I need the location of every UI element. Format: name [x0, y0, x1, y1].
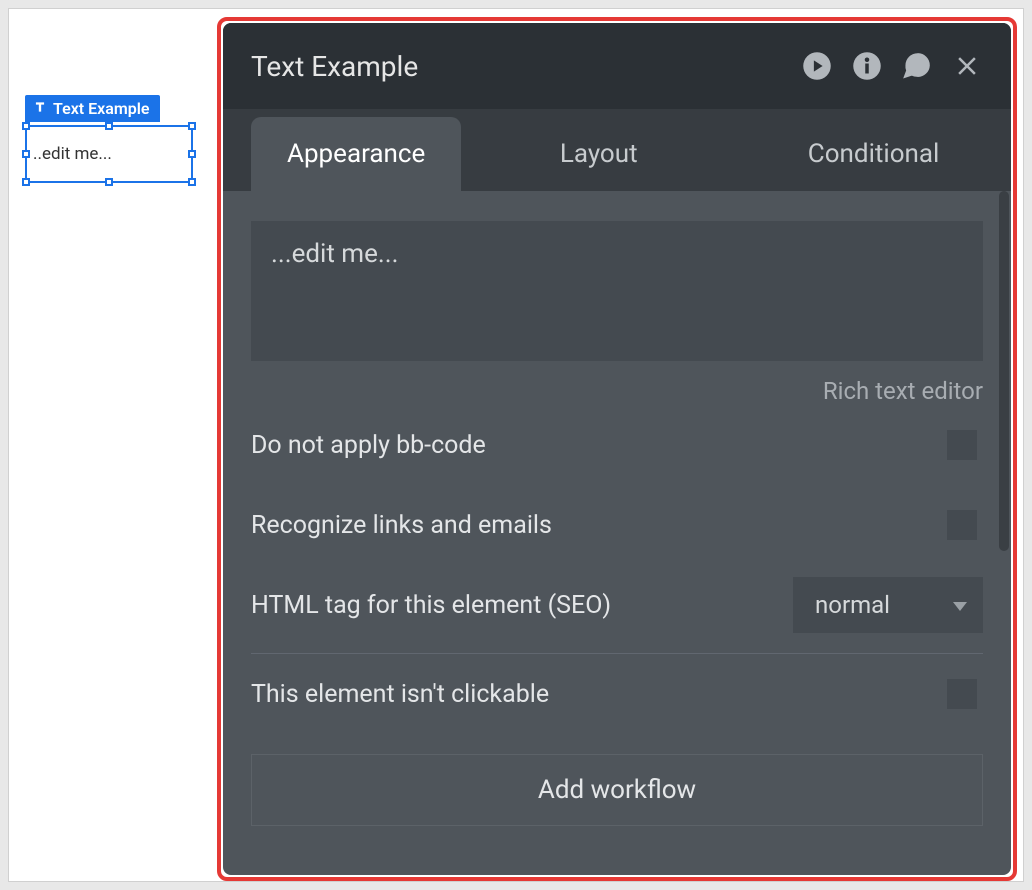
canvas-element-content: ..edit me... [33, 144, 112, 164]
resize-handle-bm[interactable] [105, 178, 113, 186]
text-content-input[interactable] [251, 221, 983, 361]
close-icon[interactable] [951, 50, 983, 82]
panel-title: Text Example [251, 50, 801, 83]
row-not-clickable: This element isn't clickable [251, 654, 983, 734]
element-type-text: Text Example [53, 99, 150, 118]
resize-handle-tl[interactable] [22, 122, 30, 130]
property-panel: Text Example Appearance [223, 23, 1011, 875]
tab-appearance-label: Appearance [287, 139, 425, 169]
seo-tag-select[interactable]: normal [793, 577, 983, 633]
seo-tag-value: normal [815, 591, 890, 619]
seo-tag-label: HTML tag for this element (SEO) [251, 591, 611, 620]
panel-body: Rich text editor Do not apply bb-code Re… [223, 191, 1011, 875]
resize-handle-bl[interactable] [22, 178, 30, 186]
tab-bar: Appearance Layout Conditional [223, 109, 1011, 191]
resize-handle-mr[interactable] [188, 150, 196, 158]
rich-text-editor-link[interactable]: Rich text editor [251, 377, 983, 405]
resize-handle-tr[interactable] [188, 122, 196, 130]
tab-layout-label: Layout [560, 139, 638, 169]
tab-layout[interactable]: Layout [461, 117, 736, 191]
bbcode-label: Do not apply bb-code [251, 431, 486, 460]
not-clickable-label: This element isn't clickable [251, 680, 549, 709]
add-workflow-button[interactable]: Add workflow [251, 754, 983, 826]
element-type-label: Text Example [25, 95, 160, 122]
info-icon[interactable] [851, 50, 883, 82]
preview-icon[interactable] [801, 50, 833, 82]
canvas-text-element[interactable]: Text Example ..edit me... [25, 125, 193, 183]
not-clickable-checkbox[interactable] [947, 679, 977, 709]
tab-conditional-label: Conditional [808, 139, 940, 169]
tab-appearance[interactable]: Appearance [251, 117, 461, 191]
resize-handle-ml[interactable] [22, 150, 30, 158]
resize-handle-br[interactable] [188, 178, 196, 186]
row-bbcode: Do not apply bb-code [251, 405, 983, 485]
comment-icon[interactable] [901, 50, 933, 82]
recognize-links-checkbox[interactable] [947, 510, 977, 540]
bbcode-checkbox[interactable] [947, 430, 977, 460]
recognize-links-label: Recognize links and emails [251, 511, 552, 540]
panel-header[interactable]: Text Example [223, 23, 1011, 109]
row-seo-tag: HTML tag for this element (SEO) normal [251, 565, 983, 645]
text-type-icon [33, 99, 47, 118]
resize-handle-tm[interactable] [105, 122, 113, 130]
scrollbar[interactable] [999, 191, 1009, 551]
canvas-element-box[interactable]: ..edit me... [25, 125, 193, 183]
row-recognize-links: Recognize links and emails [251, 485, 983, 565]
tab-conditional[interactable]: Conditional [736, 117, 1011, 191]
